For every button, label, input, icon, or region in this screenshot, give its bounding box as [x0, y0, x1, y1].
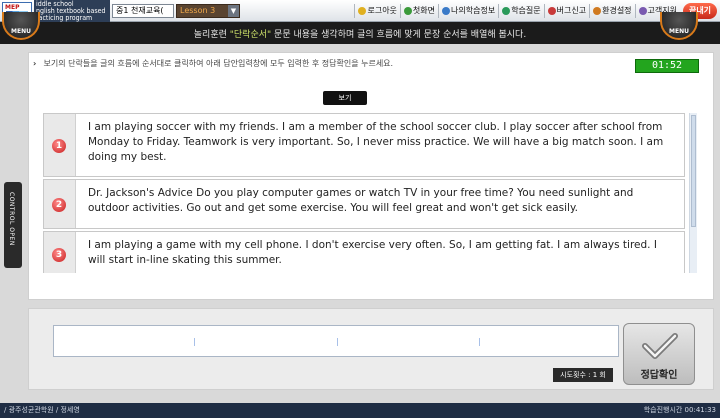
question-icon — [502, 7, 511, 15]
check-answer-label: 정답확인 — [640, 370, 678, 381]
checkmark-icon — [642, 333, 678, 359]
lesson-select-value: Lesson 3 — [180, 6, 216, 15]
nav-link-label: 첫화면 — [412, 6, 436, 15]
paragraph-number-badge: 2 — [52, 198, 66, 212]
paragraph-number-column: 2 — [44, 180, 76, 228]
paragraph-text: Dr. Jackson's Advice Do you play compute… — [88, 187, 634, 214]
question-panel: › 보기의 단락들을 글의 흐름에 순서대로 클릭하여 아래 답안입력창에 모두… — [28, 52, 714, 300]
paragraph-list: 1 I am playing soccer with my friends. I… — [43, 113, 685, 273]
nav-link-home[interactable]: 첫화면 — [399, 4, 438, 18]
paragraph-text: I am playing a game with my cell phone. … — [88, 239, 657, 266]
answer-slot-divider — [479, 338, 480, 346]
paragraph-number-badge: 1 — [52, 139, 66, 153]
nav-link-label: 로그아웃 — [367, 6, 397, 15]
instruction-suffix: 문문 내용을 생각하며 글의 흐름에 맞게 문장 순서를 배열해 봅시다. — [271, 30, 527, 40]
publisher-select-value: 중1 천재교육( — [116, 6, 164, 15]
paragraph-scrollbar[interactable] — [689, 113, 697, 273]
logout-icon — [358, 7, 367, 15]
instruction-bar: MENU 놀리훈련 "단락순서" 문문 내용을 생각하며 글의 흐름에 맞게 문… — [0, 12, 720, 44]
menu-label: MENU — [669, 28, 689, 35]
nav-link-info[interactable]: 나의학습정보 — [438, 4, 498, 18]
bug-icon — [547, 7, 556, 15]
view-button[interactable]: 보기 — [323, 91, 367, 105]
study-time: 학습진행시간 00:41:33 — [643, 406, 716, 414]
attempts-counter: 시도횟수 : 1 회 — [553, 368, 613, 382]
top-nav: 로그아웃 첫화면 나의학습정보 학습질문 버그신고 환경설정 고객지원 — [354, 4, 680, 18]
answer-panel: 시도횟수 : 1 회 정답확인 — [28, 308, 714, 390]
answer-input[interactable] — [53, 325, 619, 357]
chevron-right-icon: › — [33, 59, 37, 68]
paragraph-text: I am playing soccer with my friends. I a… — [88, 121, 664, 163]
instruction-highlight: "단락순서" — [229, 30, 272, 40]
chevron-down-icon: ▼ — [228, 5, 239, 17]
app-title: iddle school nglish textbook based racti… — [34, 0, 110, 22]
menu-button-right[interactable]: MENU — [658, 12, 700, 44]
instruction-prefix: 놀리훈련 — [193, 30, 230, 40]
nav-link-label: 학습질문 — [511, 6, 541, 15]
answer-slot-divider — [337, 338, 338, 346]
app-title-line-3: racticing program — [36, 14, 93, 22]
paragraph-item-1[interactable]: 1 I am playing soccer with my friends. I… — [43, 113, 685, 177]
top-toolbar: MEP iddle school nglish textbook based r… — [0, 0, 720, 22]
nav-link-label: 나의학습정보 — [451, 6, 496, 15]
nav-link-label: 버그신고 — [556, 6, 587, 15]
lesson-select[interactable]: Lesson 3 ▼ — [176, 4, 240, 18]
nav-link-bug[interactable]: 버그신고 — [543, 4, 589, 18]
nav-link-label: 환경설정 — [602, 6, 632, 15]
scrollbar-thumb[interactable] — [691, 115, 696, 227]
prompt-text: 보기의 단락들을 글의 흐름에 순서대로 클릭하여 아래 답안입력창에 모두 입… — [43, 59, 394, 68]
paragraph-number-column: 1 — [44, 114, 76, 176]
menu-dome-icon — [660, 12, 698, 40]
publisher-select[interactable]: 중1 천재교육( — [112, 4, 174, 18]
logo-text: MEP — [5, 4, 20, 11]
info-icon — [442, 7, 451, 15]
answer-slot-divider — [194, 338, 195, 346]
paragraph-item-2[interactable]: 2 Dr. Jackson's Advice Do you play compu… — [43, 179, 685, 229]
instruction-text: 놀리훈련 "단락순서" 문문 내용을 생각하며 글의 흐름에 맞게 문장 순서를… — [0, 27, 720, 40]
timer: 01:52 — [635, 59, 699, 73]
home-icon — [403, 7, 412, 15]
prompt-row: › 보기의 단락들을 글의 흐름에 순서대로 클릭하여 아래 답안입력창에 모두… — [33, 57, 633, 71]
nav-link-settings[interactable]: 환경설정 — [589, 4, 634, 18]
paragraph-item-3[interactable]: 3 I am playing a game with my cell phone… — [43, 231, 685, 273]
support-icon — [638, 7, 647, 15]
paragraph-number-badge: 3 — [52, 248, 66, 262]
nav-link-logout[interactable]: 로그아웃 — [354, 4, 399, 18]
user-info: / 광주성균관학원 / 정세영 — [4, 406, 80, 414]
settings-icon — [593, 7, 602, 15]
paragraph-number-column: 3 — [44, 232, 76, 273]
control-open-label: CONTROL OPEN — [8, 192, 15, 246]
nav-link-question[interactable]: 학습질문 — [498, 4, 543, 18]
control-open-tab[interactable]: CONTROL OPEN — [4, 182, 22, 268]
check-answer-button[interactable]: 정답확인 — [623, 323, 695, 385]
status-bar: / 광주성균관학원 / 정세영 학습진행시간 00:41:33 — [0, 403, 720, 418]
